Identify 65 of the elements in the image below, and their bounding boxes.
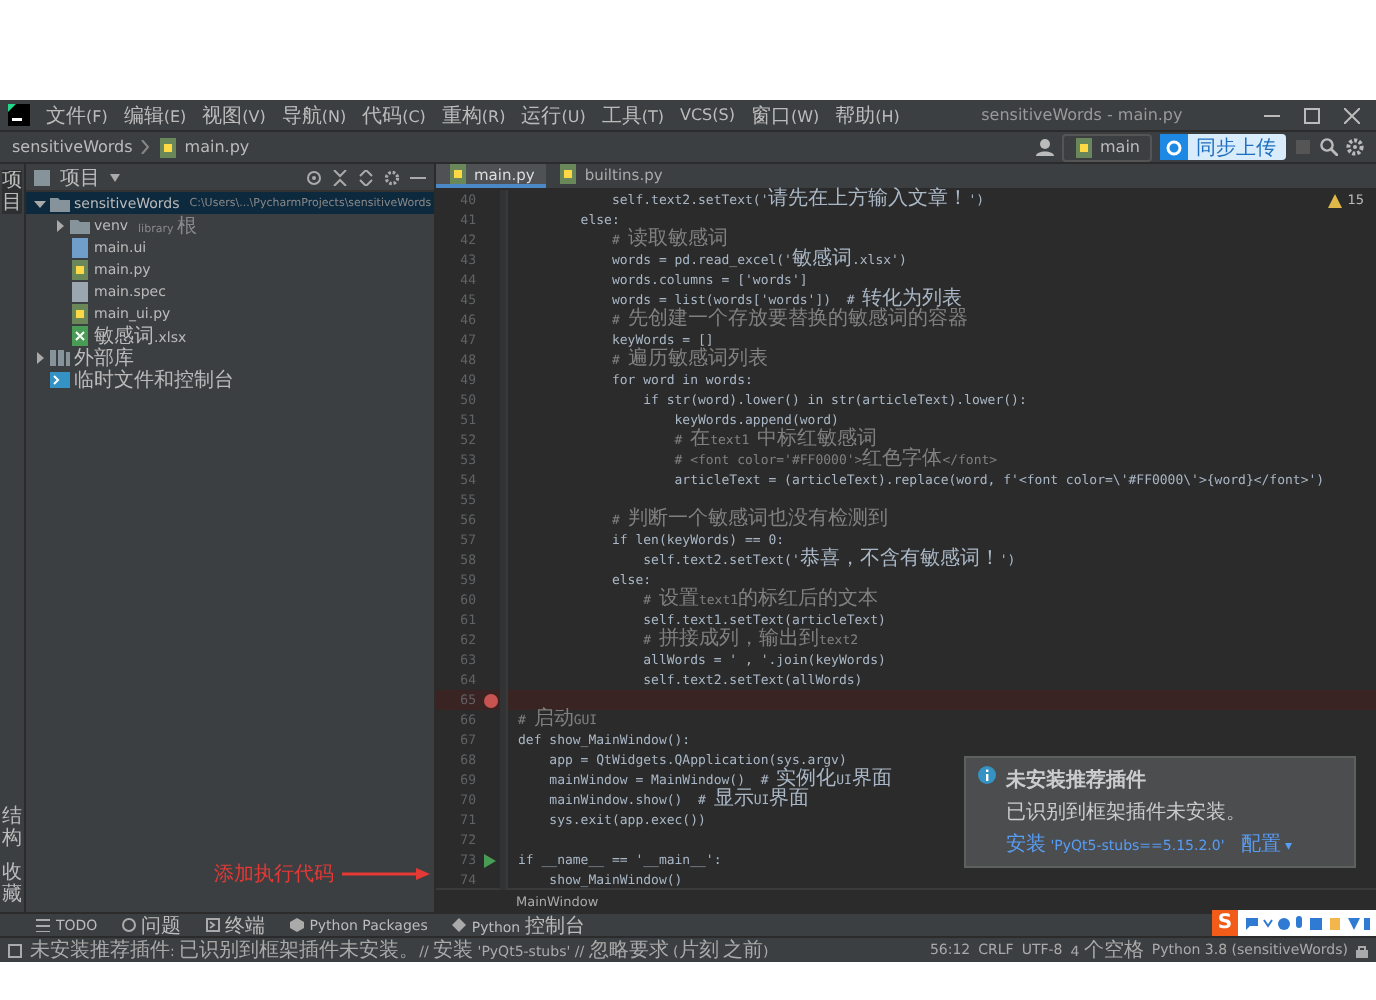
maximize-icon[interactable] (1304, 107, 1320, 123)
ime-logo[interactable]: S (1212, 910, 1238, 936)
ime-tools-drawing[interactable] (1246, 915, 1370, 931)
menu-item[interactable]: VCS(S) (679, 106, 735, 124)
lock-icon (1356, 943, 1368, 957)
python-file-icon (70, 259, 90, 279)
menu-item[interactable]: 窗口(W) (750, 101, 820, 129)
notification-message: 已识别到框架插件未安装。 (1006, 799, 1248, 826)
chevron-right-icon[interactable] (53, 219, 65, 231)
side-tab[interactable]: 结构 (2, 806, 22, 850)
close-icon[interactable] (1344, 107, 1360, 123)
expand-all-icon[interactable] (358, 169, 374, 185)
caret-icon[interactable] (110, 173, 120, 181)
package-icon (289, 918, 304, 932)
app-logo-icon (8, 104, 30, 126)
run-icon[interactable] (484, 853, 496, 867)
file-icon (70, 281, 90, 301)
warning-icon (1327, 193, 1342, 207)
menu-item[interactable]: 编辑(E) (123, 101, 187, 129)
search-icon[interactable] (1320, 138, 1338, 156)
run-config-dropdown[interactable]: main (1062, 133, 1152, 161)
panel-title[interactable]: 项目 (60, 164, 100, 191)
project-icon (34, 169, 50, 185)
chevron-right-icon[interactable] (33, 351, 45, 363)
file-icon (70, 237, 90, 257)
annotation-label: 添加执行代码 (214, 861, 334, 888)
collapse-all-icon[interactable] (332, 169, 348, 185)
terminal-icon (205, 918, 220, 932)
menu-item[interactable]: 视图(V) (202, 101, 266, 129)
annotation-arrow (342, 868, 430, 880)
side-tab[interactable]: 项目 (2, 170, 22, 214)
tree-item[interactable]: 外部库 (26, 346, 434, 368)
menu-item[interactable]: 文件(F) (46, 101, 108, 129)
menu-item[interactable]: 重构(R) (441, 101, 506, 129)
breakpoint-icon[interactable] (483, 693, 497, 707)
chevron-down-icon[interactable] (33, 197, 45, 209)
python-file-icon (1074, 137, 1094, 157)
side-tab[interactable]: 收藏 (2, 862, 22, 906)
tree-item[interactable]: 临时文件和控制台 (26, 368, 434, 390)
chevron-right-icon (140, 140, 151, 154)
user-icon[interactable] (1036, 138, 1054, 156)
library-icon (50, 347, 70, 367)
menu-item[interactable]: 导航(N) (281, 101, 347, 129)
breadcrumb[interactable]: sensitiveWords (12, 138, 133, 156)
tool-window-button[interactable]: 终端 (205, 911, 266, 939)
python-file-icon (448, 164, 468, 184)
locate-icon[interactable] (306, 169, 322, 185)
menu-item[interactable]: 运行(U) (521, 101, 586, 129)
menu-item[interactable]: 工具(T) (601, 101, 664, 129)
settings-icon[interactable] (384, 169, 400, 185)
spreadsheet-icon (70, 325, 90, 345)
menu-item[interactable]: 代码(C) (362, 101, 426, 129)
breadcrumb[interactable]: main.py (184, 138, 250, 156)
menu-item[interactable]: 帮助(H) (835, 101, 900, 129)
python-file-icon (158, 137, 179, 157)
info-icon (978, 766, 996, 784)
python-file-icon (70, 303, 90, 323)
window-title: sensitiveWords - main.py (979, 106, 1185, 124)
notification-title: 未安装推荐插件 (1006, 766, 1148, 794)
tool-window-button[interactable]: 问题 (121, 911, 182, 939)
list-icon (36, 918, 50, 932)
problems-icon (121, 918, 136, 932)
settings-icon[interactable] (1346, 138, 1364, 156)
python-file-icon (558, 164, 579, 184)
panel-toggle-icon[interactable] (8, 943, 22, 957)
